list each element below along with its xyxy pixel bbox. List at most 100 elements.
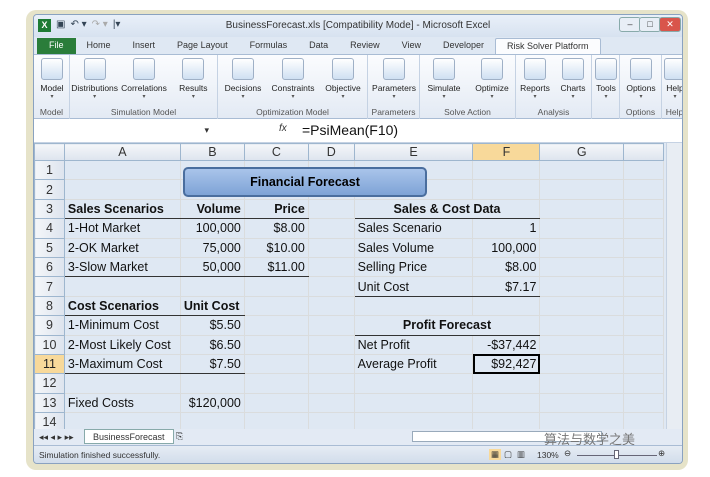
cell-F13[interactable] xyxy=(472,392,541,414)
cell-blank[interactable] xyxy=(623,276,664,297)
cell-B7[interactable] xyxy=(179,276,245,297)
zoom-level[interactable]: 130% xyxy=(537,450,559,460)
cell-E7[interactable]: Unit Cost xyxy=(353,276,474,297)
column-header-C[interactable]: C xyxy=(243,143,309,161)
select-all-corner[interactable] xyxy=(34,143,65,161)
row-header-11[interactable]: 11 xyxy=(34,353,65,375)
sheet-nav-arrows[interactable]: ◂◂ ◂ ▸ ▸▸ xyxy=(39,432,74,443)
model-button[interactable]: Model ▾ xyxy=(34,58,70,100)
insert-sheet-icon[interactable]: ⎘ xyxy=(176,431,183,442)
cell-B3[interactable]: Volume xyxy=(179,198,245,220)
cell-G2[interactable] xyxy=(539,179,625,200)
zoom-in-icon[interactable]: ⊕ xyxy=(658,448,665,459)
row-header-3[interactable]: 3 xyxy=(34,198,65,220)
cell-B10[interactable]: $6.50 xyxy=(179,334,245,355)
cell-F2[interactable] xyxy=(472,179,541,200)
row-header-8[interactable]: 8 xyxy=(34,295,65,317)
cell-B4[interactable]: 100,000 xyxy=(179,218,245,239)
optimize-button[interactable]: Optimize ▾ xyxy=(468,58,516,100)
tab-view[interactable]: View xyxy=(391,38,432,54)
cell-D4[interactable] xyxy=(307,218,355,239)
cell-C7[interactable] xyxy=(243,276,309,297)
tab-data[interactable]: Data xyxy=(298,38,339,54)
cell-G10[interactable] xyxy=(539,334,625,355)
cell-E5[interactable]: Sales Volume xyxy=(353,237,474,258)
cell-G8[interactable] xyxy=(539,295,625,317)
cell-F10[interactable]: -$37,442 xyxy=(472,334,541,355)
cell-E9[interactable]: Profit Forecast xyxy=(353,315,541,336)
cell-A7[interactable] xyxy=(63,276,181,297)
decisions-button[interactable]: Decisions ▾ xyxy=(218,58,268,100)
fx-icon[interactable]: fx xyxy=(279,123,287,134)
cell-F8[interactable] xyxy=(472,295,541,317)
cell-blank[interactable] xyxy=(623,334,664,355)
results-button[interactable]: Results ▾ xyxy=(169,58,218,100)
cell-G13[interactable] xyxy=(539,392,625,414)
row-header-12[interactable]: 12 xyxy=(34,373,65,394)
parameters-button[interactable]: Parameters ▾ xyxy=(368,58,420,100)
cell-E13[interactable] xyxy=(353,392,474,414)
tab-formulas[interactable]: Formulas xyxy=(239,38,299,54)
cell-blank[interactable] xyxy=(623,237,664,258)
tools-button[interactable]: Tools ▾ xyxy=(592,58,620,100)
cell-G3[interactable] xyxy=(539,198,625,220)
cell-A3[interactable]: Sales Scenarios xyxy=(63,198,181,220)
cell-C3[interactable]: Price xyxy=(243,198,309,220)
cell-F6[interactable]: $8.00 xyxy=(472,256,541,278)
cell-F11[interactable]: $92,427 xyxy=(472,353,541,375)
cell-B5[interactable]: 75,000 xyxy=(179,237,245,258)
objective-button[interactable]: Objective ▾ xyxy=(318,58,368,100)
cell-C11[interactable] xyxy=(243,353,309,375)
cell-A6[interactable]: 3-Slow Market xyxy=(63,256,181,278)
tab-risk-solver-platform[interactable]: Risk Solver Platform xyxy=(495,38,601,54)
cell-D11[interactable] xyxy=(307,353,355,375)
cell-F1[interactable] xyxy=(472,159,541,181)
vertical-scrollbar[interactable] xyxy=(666,143,682,429)
row-header-4[interactable]: 4 xyxy=(34,218,65,239)
normal-view-icon[interactable]: ▦ xyxy=(489,449,502,460)
row-header-6[interactable]: 6 xyxy=(34,256,65,278)
constraints-button[interactable]: Constraints ▾ xyxy=(268,58,318,100)
cell-C9[interactable] xyxy=(243,315,309,336)
minimize-button[interactable]: – xyxy=(619,17,641,32)
cell-blank[interactable] xyxy=(623,218,664,239)
cell-A8[interactable]: Cost Scenarios xyxy=(63,295,181,317)
cell-B6[interactable]: 50,000 xyxy=(179,256,245,278)
cell-D7[interactable] xyxy=(307,276,355,297)
cell-G1[interactable] xyxy=(539,159,625,181)
name-box-dropdown[interactable]: ▾ xyxy=(38,122,213,139)
cell-F4[interactable]: 1 xyxy=(472,218,541,239)
cell-A1[interactable] xyxy=(63,159,181,181)
tab-home[interactable]: Home xyxy=(76,38,122,54)
cell-A4[interactable]: 1-Hot Market xyxy=(63,218,181,239)
cell-D5[interactable] xyxy=(307,237,355,258)
cell-F5[interactable]: 100,000 xyxy=(472,237,541,258)
row-header-1[interactable]: 1 xyxy=(34,159,65,181)
cell-E10[interactable]: Net Profit xyxy=(353,334,474,355)
cell-C10[interactable] xyxy=(243,334,309,355)
maximize-button[interactable]: □ xyxy=(639,17,661,32)
column-header-A[interactable]: A xyxy=(63,143,181,161)
cell-C4[interactable]: $8.00 xyxy=(243,218,309,239)
cell-C6[interactable]: $11.00 xyxy=(243,256,309,278)
cell-A10[interactable]: 2-Most Likely Cost xyxy=(63,334,181,355)
cell-D8[interactable] xyxy=(307,295,355,317)
cell-blank[interactable] xyxy=(623,256,664,278)
cell-A11[interactable]: 3-Maximum Cost xyxy=(63,353,181,375)
cell-F12[interactable] xyxy=(472,373,541,394)
cell-E6[interactable]: Selling Price xyxy=(353,256,474,278)
cell-E8[interactable] xyxy=(353,295,474,317)
cell-blank[interactable] xyxy=(623,295,664,317)
column-header-blank[interactable] xyxy=(623,143,664,161)
cell-B8[interactable]: Unit Cost xyxy=(179,295,245,317)
close-button[interactable]: ✕ xyxy=(659,17,681,32)
cell-E12[interactable] xyxy=(353,373,474,394)
cell-D13[interactable] xyxy=(307,392,355,414)
cell-G7[interactable] xyxy=(539,276,625,297)
row-header-7[interactable]: 7 xyxy=(34,276,65,297)
cell-B9[interactable]: $5.50 xyxy=(179,315,245,336)
tab-file[interactable]: File xyxy=(37,38,76,54)
cell-C5[interactable]: $10.00 xyxy=(243,237,309,258)
reports-button[interactable]: Reports ▾ xyxy=(516,58,554,100)
options-button[interactable]: Options ▾ xyxy=(620,58,662,100)
